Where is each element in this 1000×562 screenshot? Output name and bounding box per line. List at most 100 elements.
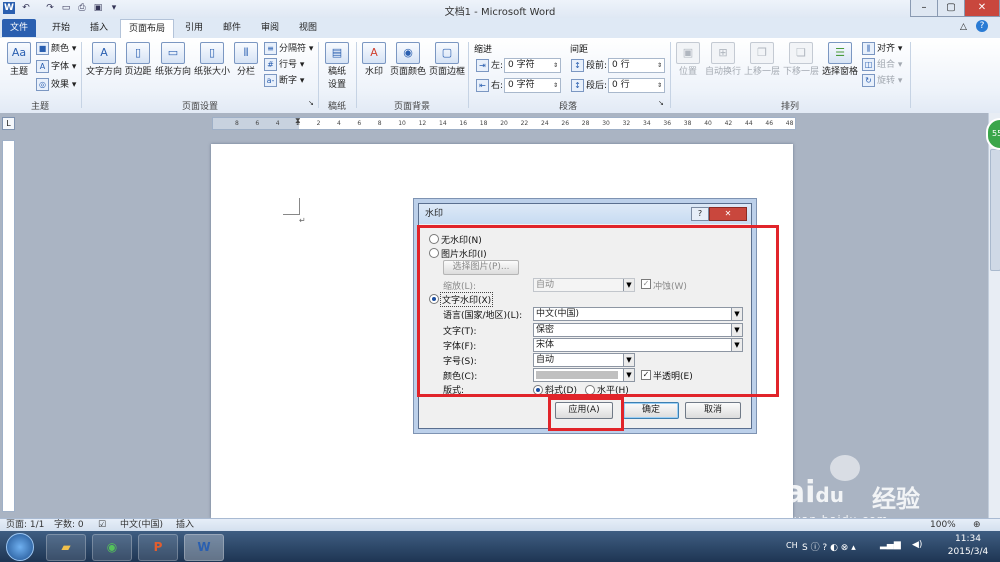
spacing-after-label: ↕ 段后: [571, 79, 607, 93]
columns-button[interactable]: ⫴ 分栏 [233, 42, 259, 77]
dialog-close-button[interactable]: ✕ [709, 207, 747, 221]
group-objects-button[interactable]: ◫ 组合 ▾ [862, 58, 902, 72]
ruler-tick-label: 18 [479, 120, 488, 127]
cancel-button[interactable]: 取消 [685, 402, 741, 419]
page-border-icon: ▢ [435, 42, 459, 64]
tab-page-layout[interactable]: 页面布局 [120, 19, 175, 38]
selection-pane-button[interactable]: ☰ 选择窗格 [821, 42, 859, 77]
margin-corner-mark [283, 198, 300, 215]
explorer-taskbar-icon[interactable]: ▰ [46, 534, 86, 561]
text-direction-label: 文字方向 [86, 67, 123, 77]
highlight-apply-box [548, 397, 624, 431]
align-button[interactable]: ⫼ 对齐 ▾ [862, 42, 902, 56]
group-label-arrange: 排列 [780, 102, 799, 112]
volume-icon[interactable]: ◀) [912, 540, 922, 550]
spacing-before-input[interactable]: 0 行 ⇕ [608, 58, 665, 73]
spinner-icon[interactable]: ⇕ [553, 79, 558, 92]
send-backward-button[interactable]: ❏ 下移一层 [782, 42, 820, 77]
start-button-icon[interactable] [6, 533, 34, 561]
ruler-tick-label: 6 [357, 120, 362, 127]
360-taskbar-icon[interactable]: ◉ [92, 534, 132, 561]
tab-mailings[interactable]: 邮件 [215, 19, 249, 37]
bring-forward-button[interactable]: ❐ 上移一层 [743, 42, 781, 77]
minimize-ribbon-icon[interactable]: △ [960, 22, 967, 32]
tab-view[interactable]: 视图 [291, 19, 325, 37]
indent-marker-icon[interactable]: ⧗ [295, 116, 301, 126]
powerpoint-taskbar-icon[interactable]: P [138, 534, 178, 561]
theme-effects-button[interactable]: ◎ 效果 ▾ [36, 78, 76, 92]
spinner-icon[interactable]: ⇕ [657, 79, 662, 92]
breaks-button[interactable]: ≡ 分隔符 ▾ [264, 42, 313, 56]
ruler-tick-label: 20 [500, 120, 508, 127]
watermark-button[interactable]: A 水印 [360, 42, 388, 77]
position-label: 位置 [678, 67, 697, 77]
dialog-title: 水印 [425, 209, 444, 219]
network-icon[interactable]: ▂▄▆ [880, 540, 901, 550]
tab-references[interactable]: 引用 [177, 19, 211, 37]
clock-date[interactable]: 2015/3/4 [944, 547, 992, 557]
rotate-button[interactable]: ↻ 旋转 ▾ [862, 74, 902, 88]
line-numbers-button[interactable]: # 行号 ▾ [264, 58, 304, 72]
page-border-label: 页面边框 [428, 67, 465, 77]
tab-home[interactable]: 开始 [44, 19, 78, 37]
orientation-label: 纸张方向 [154, 67, 191, 77]
position-button[interactable]: ▣ 位置 [674, 42, 702, 77]
ruler-tick-label: 4 [337, 120, 341, 127]
ruler-tick-label: 4 [275, 120, 280, 127]
theme-fonts-button[interactable]: A 字体 ▾ [36, 60, 76, 74]
wrap-text-label: 自动换行 [704, 67, 741, 77]
manuscript-icon: ▤ [325, 42, 349, 64]
paragraph-launcher-icon[interactable]: ↘ [658, 99, 664, 107]
indent-left-input[interactable]: 0 字符 ⇕ [504, 58, 561, 73]
wrap-text-button[interactable]: ⊞ 自动换行 [704, 42, 742, 77]
margins-button[interactable]: ▯ 页边距 [123, 42, 153, 77]
orientation-button[interactable]: ▭ 纸张方向 [154, 42, 192, 77]
page-color-icon: ◉ [396, 42, 420, 64]
horizontal-ruler[interactable]: 8 6 4 2 2 4 6 8 10 12 14 16 18 20 22 24 26 28 30 32 34 36 38 40… [212, 116, 796, 130]
breaks-label: 分隔符 [279, 44, 307, 54]
tray-icons[interactable]: S ⓘ ? ◐ ⊗ ▴ [802, 540, 856, 553]
maximize-button[interactable]: ▢ [937, 0, 965, 17]
size-label: 纸张大小 [193, 67, 230, 77]
help-icon[interactable]: ? [976, 20, 988, 32]
vertical-scrollbar[interactable] [988, 113, 1000, 518]
scrollbar-thumb[interactable] [990, 149, 1000, 271]
hyphenation-icon: a- [264, 74, 277, 87]
minimize-button[interactable]: – [910, 0, 938, 17]
tab-review[interactable]: 审阅 [253, 19, 287, 37]
ribbon-tabs: 文件 开始 插入 页面布局 引用 邮件 审阅 视图 △ ? [0, 18, 1000, 38]
vertical-ruler[interactable] [2, 140, 15, 512]
tab-file[interactable]: 文件 [2, 19, 37, 37]
tab-insert[interactable]: 插入 [82, 19, 116, 37]
theme-colors-button[interactable]: ■ 颜色 ▾ [36, 42, 76, 56]
page-color-button[interactable]: ◉ 页面颜色 [389, 42, 427, 77]
manuscript-settings-button[interactable]: ▤ 稿纸 设置 [322, 42, 352, 90]
ime-language[interactable]: CH [786, 541, 798, 550]
indent-right-input[interactable]: 0 字符 ⇕ [504, 78, 561, 93]
tab-selector-icon[interactable]: L [2, 117, 15, 130]
manuscript-label-1: 稿纸 [327, 67, 346, 77]
themes-button[interactable]: Aa 主题 [6, 42, 32, 77]
ruler-tick-label: 46 [765, 120, 774, 127]
indent-right-label: ⇤ 右: [476, 79, 503, 93]
spacing-before-value: 0 行 [612, 60, 630, 70]
spacing-after-input[interactable]: 0 行 ⇕ [608, 78, 665, 93]
baidu-logo-text: Baidu [762, 475, 844, 510]
clock-time[interactable]: 11:34 [944, 534, 992, 544]
send-backward-label: 下移一层 [782, 67, 819, 77]
ok-button[interactable]: 确定 [623, 402, 679, 419]
close-button[interactable]: ✕ [964, 0, 1000, 17]
spacing-before-icon: ↕ [571, 59, 584, 72]
word-taskbar-icon[interactable]: W [184, 534, 224, 561]
spinner-icon[interactable]: ⇕ [657, 59, 662, 72]
rotate-label: 旋转 [877, 76, 896, 86]
ruler-tick-label: 32 [622, 120, 631, 127]
page-setup-launcher-icon[interactable]: ↘ [308, 99, 314, 107]
page-border-button[interactable]: ▢ 页面边框 [428, 42, 466, 77]
spinner-icon[interactable]: ⇕ [553, 59, 558, 72]
ruler-tick-label: 38 [683, 120, 692, 127]
dialog-help-button[interactable]: ? [691, 207, 709, 221]
size-button[interactable]: ▯ 纸张大小 [193, 42, 231, 77]
text-direction-button[interactable]: A 文字方向 [86, 42, 122, 77]
hyphenation-button[interactable]: a- 断字 ▾ [264, 74, 304, 88]
